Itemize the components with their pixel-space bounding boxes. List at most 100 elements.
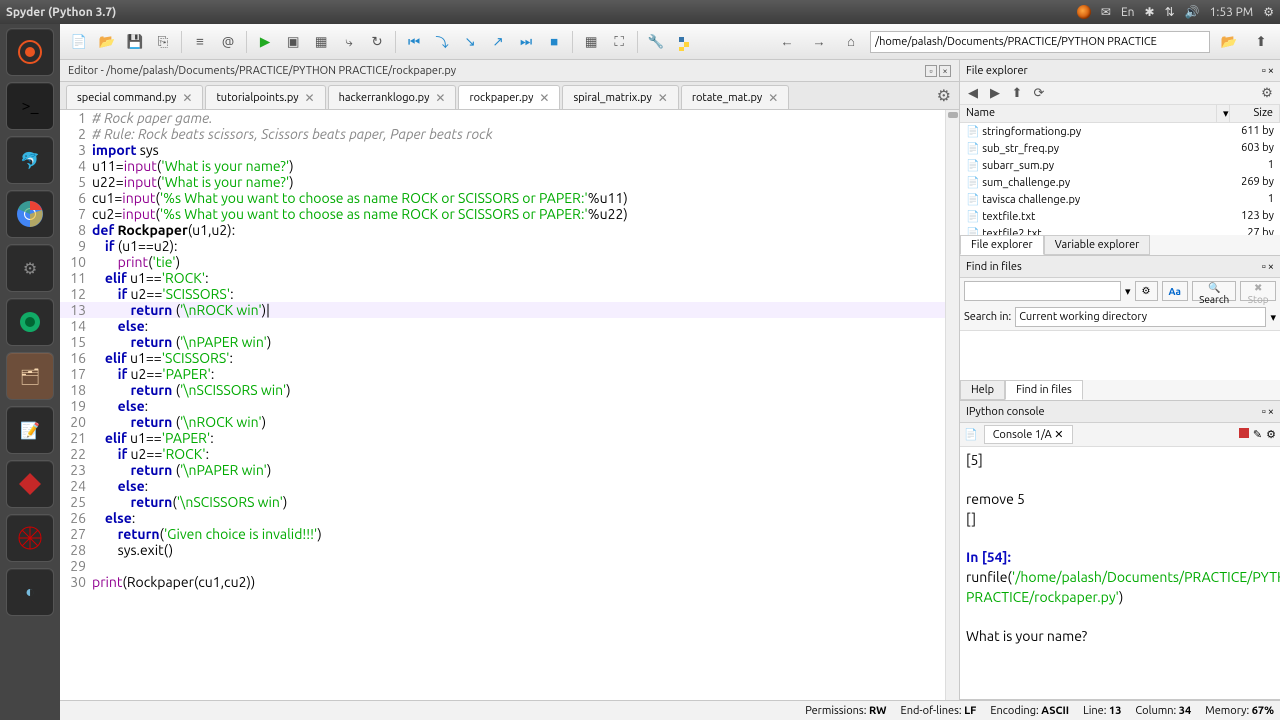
- file-row[interactable]: 📄 subarr_sum.py1: [960, 157, 1280, 174]
- tab-tutorialpoints-py[interactable]: tutorialpoints.py✕: [205, 85, 325, 109]
- file-row[interactable]: 📄 tavisca challenge.py1: [960, 191, 1280, 208]
- session-icon[interactable]: ⚙: [1263, 5, 1274, 19]
- tab-spiral-matrix-py[interactable]: spiral_matrix.py✕: [562, 85, 678, 109]
- editor-undock-icon[interactable]: ▫: [925, 65, 937, 77]
- prefs-btn[interactable]: 🔧: [643, 29, 669, 55]
- spyder-web-icon[interactable]: [6, 514, 54, 562]
- code-line[interactable]: 20 return ('\nROCK win'): [60, 414, 959, 430]
- mail-icon[interactable]: ✉: [1101, 5, 1111, 19]
- network-icon[interactable]: ⇅: [1165, 5, 1175, 19]
- file-row[interactable]: 📄 stringformationg.py611 by: [960, 123, 1280, 140]
- code-line[interactable]: 12 if u2=='SCISSORS':: [60, 286, 959, 302]
- code-line[interactable]: 26 else:: [60, 510, 959, 526]
- code-line[interactable]: 30print(Rockpaper(cu1,cu2)): [60, 574, 959, 590]
- chrome-icon[interactable]: [6, 190, 54, 238]
- record-icon[interactable]: [1077, 5, 1091, 19]
- con-undock-icon[interactable]: ▫: [1262, 406, 1266, 418]
- code-line[interactable]: 27 return('Given choice is invalid!!!'): [60, 526, 959, 542]
- code-line[interactable]: 3import sys: [60, 142, 959, 158]
- open-btn[interactable]: 📂: [94, 29, 120, 55]
- run-btn[interactable]: ▶: [252, 29, 278, 55]
- con-clear-icon[interactable]: ✎: [1253, 428, 1262, 441]
- camera-icon[interactable]: [6, 298, 54, 346]
- search-btn[interactable]: 🔍 Search: [1192, 281, 1237, 301]
- fwd-btn[interactable]: →: [806, 29, 832, 55]
- spyder-icon[interactable]: [6, 460, 54, 508]
- new-file-btn[interactable]: 📄: [66, 29, 92, 55]
- stop-btn[interactable]: ✖ Stop: [1240, 281, 1276, 301]
- tab-find[interactable]: Find in files: [1005, 380, 1083, 400]
- stop-btn[interactable]: ■: [541, 29, 567, 55]
- browse-btn[interactable]: 📂: [1216, 29, 1242, 55]
- code-line[interactable]: 24 else:: [60, 478, 959, 494]
- con-stop-icon[interactable]: [1239, 428, 1249, 438]
- layout-btn[interactable]: ▦: [578, 29, 604, 55]
- console-output[interactable]: [5] remove 5 [] In [54]: runfile('/home/…: [960, 447, 1280, 699]
- code-line[interactable]: 11 elif u1=='ROCK':: [60, 270, 959, 286]
- volume-icon[interactable]: 🔊: [1185, 5, 1200, 19]
- file-table[interactable]: Name ▾ Size 📄 stringformationg.py611 by📄…: [960, 105, 1280, 235]
- con-close-icon[interactable]: ×: [1268, 406, 1274, 418]
- code-line[interactable]: 10 print('tie'): [60, 254, 959, 270]
- clock[interactable]: 1:53 PM: [1210, 6, 1254, 19]
- files-icon[interactable]: 🗂: [6, 352, 54, 400]
- con-opts-icon[interactable]: ⚙: [1266, 428, 1276, 441]
- close-icon[interactable]: ✕: [768, 91, 778, 105]
- refresh-dir-icon[interactable]: ⟳: [1030, 84, 1048, 102]
- close-icon[interactable]: ✕: [305, 91, 315, 105]
- save-btn[interactable]: 💾: [122, 29, 148, 55]
- code-line[interactable]: 19 else:: [60, 398, 959, 414]
- find-input[interactable]: [964, 281, 1121, 301]
- chromium-icon[interactable]: ◐: [6, 568, 54, 616]
- step-btn[interactable]: ⤵: [429, 29, 455, 55]
- up-dir-icon[interactable]: ⬆: [1008, 84, 1026, 102]
- code-line[interactable]: 22 if u2=='ROCK':: [60, 446, 959, 462]
- run-cell-btn[interactable]: ▣: [280, 29, 306, 55]
- tab-rockpaper-py[interactable]: rockpaper.py✕: [458, 85, 560, 109]
- tab-file-explorer[interactable]: File explorer: [960, 235, 1044, 255]
- settings-icon[interactable]: ⚙: [6, 244, 54, 292]
- tab-hackerranklogo-py[interactable]: hackerranklogo.py✕: [328, 85, 457, 109]
- code-line[interactable]: 28 sys.exit(): [60, 542, 959, 558]
- file-row[interactable]: 📄 sub_str_freq.py603 by: [960, 140, 1280, 157]
- file-row[interactable]: 📄 textfile2.txt27 by: [960, 225, 1280, 235]
- path-input[interactable]: [870, 31, 1210, 53]
- lang-indicator[interactable]: En: [1121, 6, 1135, 19]
- code-line[interactable]: 18 return ('\nSCISSORS win'): [60, 382, 959, 398]
- code-line[interactable]: 17 if u2=='PAPER':: [60, 366, 959, 382]
- next-dir-icon[interactable]: ▶: [986, 84, 1004, 102]
- step-in-btn[interactable]: ↘: [457, 29, 483, 55]
- tab-variable-explorer[interactable]: Variable explorer: [1044, 235, 1151, 255]
- tab-help[interactable]: Help: [960, 380, 1005, 400]
- close-icon[interactable]: ✕: [182, 91, 192, 105]
- find-undock-icon[interactable]: ▫: [1262, 261, 1266, 273]
- code-line[interactable]: 7cu2=input('%s What you want to choose a…: [60, 206, 959, 222]
- home-btn[interactable]: ⌂: [838, 29, 864, 55]
- close-icon[interactable]: ✕: [435, 91, 445, 105]
- editor-scrollbar[interactable]: [945, 110, 959, 700]
- console-tab-btn[interactable]: 📄: [964, 428, 978, 441]
- step-out-btn[interactable]: ↗: [485, 29, 511, 55]
- fe-close-icon[interactable]: ×: [1268, 65, 1274, 77]
- code-line[interactable]: 5u22=input('What is your name?'): [60, 174, 959, 190]
- fullscreen-btn[interactable]: ⛶: [606, 29, 632, 55]
- scope-dd-icon[interactable]: ▾: [1270, 311, 1276, 324]
- col-size[interactable]: Size: [1230, 105, 1280, 122]
- editor-opts-icon[interactable]: ⚙: [929, 82, 959, 109]
- code-line[interactable]: 8def Rockpaper(u1,u2):: [60, 222, 959, 238]
- find-close-icon[interactable]: ×: [1268, 261, 1274, 273]
- tab-special-command-py[interactable]: special command.py✕: [66, 85, 203, 109]
- code-line[interactable]: 14 else:: [60, 318, 959, 334]
- mysql-icon[interactable]: 🐬: [6, 136, 54, 184]
- fe-opts-icon[interactable]: ⚙: [1258, 84, 1276, 102]
- search-scope-input[interactable]: [1015, 307, 1266, 327]
- terminal-icon[interactable]: >_: [6, 82, 54, 130]
- debug-btn[interactable]: ⏮: [401, 29, 427, 55]
- fe-undock-icon[interactable]: ▫: [1262, 65, 1266, 77]
- file-row[interactable]: 📄 textfile.txt123 by: [960, 208, 1280, 225]
- rerun-btn[interactable]: ↻: [364, 29, 390, 55]
- code-line[interactable]: 29: [60, 558, 959, 574]
- console-tab-1[interactable]: Console 1/A ✕: [984, 425, 1073, 444]
- file-row[interactable]: 📄 sum_challenge.py269 by: [960, 174, 1280, 191]
- continue-btn[interactable]: ⏭: [513, 29, 539, 55]
